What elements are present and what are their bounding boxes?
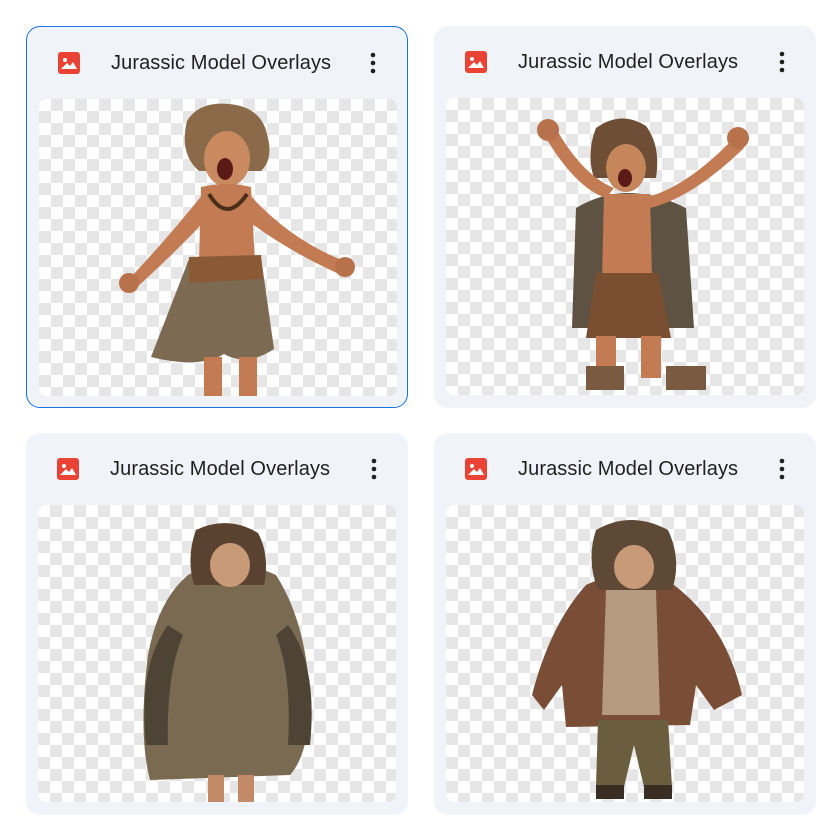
file-thumbnail	[39, 99, 397, 396]
file-card[interactable]: Jurassic Model Overlays	[434, 26, 816, 408]
file-thumbnail	[446, 505, 804, 802]
thumbnail-image	[119, 103, 355, 396]
more-vert-icon	[779, 458, 785, 480]
image-file-icon	[58, 52, 80, 74]
more-options-button[interactable]	[357, 47, 389, 79]
file-card-header: Jurassic Model Overlays	[27, 27, 407, 99]
file-card[interactable]: Jurassic Model Overlays	[26, 26, 408, 408]
thumbnail-image	[537, 118, 749, 390]
more-options-button[interactable]	[766, 453, 798, 485]
file-name: Jurassic Model Overlays	[518, 458, 739, 480]
file-thumbnail	[446, 98, 804, 395]
file-name: Jurassic Model Overlays	[110, 458, 331, 480]
file-card[interactable]: Jurassic Model Overlays	[434, 433, 816, 815]
file-name: Jurassic Model Overlays	[518, 51, 739, 73]
file-name: Jurassic Model Overlays	[111, 52, 332, 74]
thumbnail-image	[532, 520, 742, 799]
image-file-icon	[57, 458, 79, 480]
image-file-icon	[465, 51, 487, 73]
file-thumbnail	[38, 505, 396, 802]
file-card-header: Jurassic Model Overlays	[434, 433, 816, 505]
more-vert-icon	[779, 51, 785, 73]
more-options-button[interactable]	[766, 46, 798, 78]
more-options-button[interactable]	[358, 453, 390, 485]
file-card-header: Jurassic Model Overlays	[26, 433, 408, 505]
file-card[interactable]: Jurassic Model Overlays	[26, 433, 408, 815]
more-vert-icon	[371, 458, 377, 480]
image-file-icon	[465, 458, 487, 480]
file-card-header: Jurassic Model Overlays	[434, 26, 816, 98]
more-vert-icon	[370, 52, 376, 74]
thumbnail-image	[143, 523, 312, 802]
